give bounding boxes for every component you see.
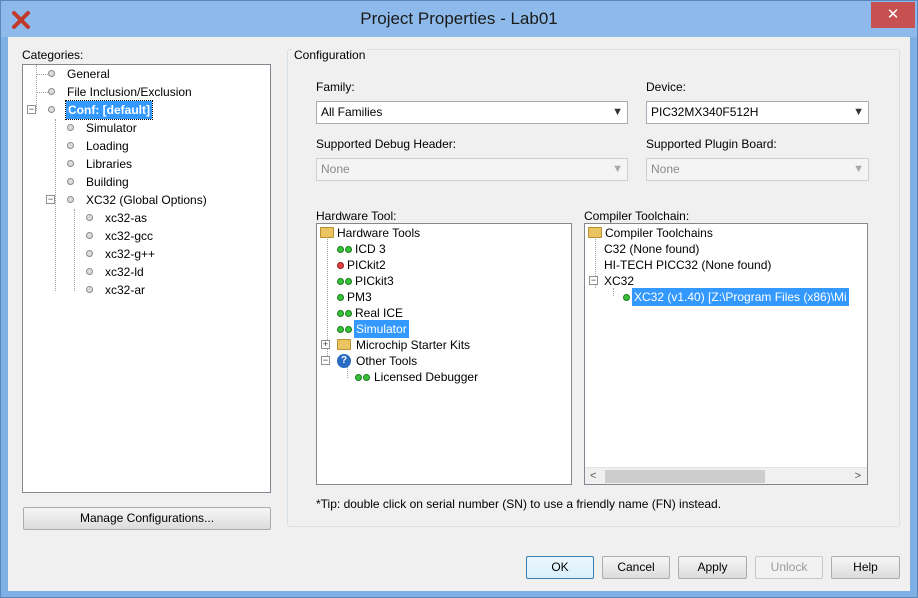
device-value: PIC32MX340F512H (651, 105, 759, 119)
node-icon (67, 160, 74, 167)
compiler-toolchain-tree[interactable]: Compiler Toolchains C32 (None found) HI-… (584, 223, 868, 485)
collapse-minus-icon[interactable]: − (27, 105, 36, 114)
chevron-down-icon: ▼ (612, 163, 623, 175)
debug-header-value: None (321, 162, 350, 176)
unlock-button[interactable]: Unlock (755, 556, 823, 579)
category-label: xc32-ar (105, 283, 146, 297)
dialog-body: Categories: General File Inclusion/Exclu… (8, 37, 910, 591)
tree-line (36, 65, 37, 111)
device-label: Device: (646, 80, 687, 94)
question-icon: ? (337, 354, 351, 368)
green-status-icon (345, 246, 352, 253)
green-status-icon (623, 294, 630, 301)
collapse-minus-icon[interactable]: − (321, 356, 330, 365)
horizontal-scrollbar[interactable]: < > (585, 467, 867, 484)
tree-label: XC32 (v1.40) [Z:\Program Files (x86)\Mi (632, 288, 849, 306)
manage-configurations-button[interactable]: Manage Configurations... (23, 507, 271, 530)
folder-icon (588, 227, 602, 238)
category-label: xc32-g++ (105, 247, 156, 261)
tree-line (55, 119, 56, 291)
tree-label: XC32 (604, 274, 635, 288)
category-label: File Inclusion/Exclusion (67, 85, 192, 99)
categories-tree[interactable]: General File Inclusion/Exclusion − Conf:… (22, 64, 271, 493)
category-label: Loading (86, 139, 129, 153)
debug-header-label: Supported Debug Header: (316, 137, 457, 151)
node-icon (67, 178, 74, 185)
node-icon (86, 286, 93, 293)
expand-plus-icon[interactable]: + (321, 340, 330, 349)
collapse-minus-icon[interactable]: − (46, 195, 55, 204)
plugin-board-value: None (651, 162, 680, 176)
scrollbar-thumb[interactable] (605, 470, 765, 483)
tree-label: Licensed Debugger (374, 370, 479, 384)
cancel-button[interactable]: Cancel (602, 556, 670, 579)
red-status-icon (337, 262, 344, 269)
window-title: Project Properties - Lab01 (360, 9, 558, 28)
hardware-tool-tree[interactable]: Hardware Tools ICD 3 PICkit2 PICkit3 PM3 (316, 223, 572, 485)
configuration-group-label: Configuration (292, 48, 368, 62)
chevron-down-icon: ▼ (853, 106, 864, 118)
title-bar[interactable]: Project Properties - Lab01 ✕ (1, 1, 917, 37)
node-icon (86, 250, 93, 257)
category-label: xc32-ld (105, 265, 144, 279)
collapse-minus-icon[interactable]: − (589, 276, 598, 285)
node-icon (86, 268, 93, 275)
chevron-down-icon: ▼ (612, 106, 623, 118)
debug-header-select[interactable]: None ▼ (316, 158, 628, 181)
category-label: Conf: [default] (65, 100, 153, 120)
family-select[interactable]: All Families ▼ (316, 101, 628, 124)
close-button[interactable]: ✕ (871, 2, 915, 28)
category-label: Libraries (86, 157, 133, 171)
help-button[interactable]: Help (831, 556, 900, 579)
tree-line (74, 209, 75, 291)
apply-button[interactable]: Apply (678, 556, 747, 579)
category-label: General (67, 67, 110, 81)
green-status-icon (337, 326, 344, 333)
green-status-icon (345, 278, 352, 285)
ok-button[interactable]: OK (526, 556, 594, 579)
device-select[interactable]: PIC32MX340F512H ▼ (646, 101, 869, 124)
node-icon (86, 232, 93, 239)
green-status-icon (337, 278, 344, 285)
category-label: Simulator (86, 121, 137, 135)
node-icon (67, 124, 74, 131)
compiler-toolchain-label: Compiler Toolchain: (584, 209, 690, 223)
node-icon (48, 88, 55, 95)
green-status-icon (337, 246, 344, 253)
chevron-left-icon[interactable]: < (590, 468, 596, 484)
plugin-board-label: Supported Plugin Board: (646, 137, 777, 151)
node-icon (48, 106, 55, 113)
node-icon (86, 214, 93, 221)
family-value: All Families (321, 105, 383, 119)
green-status-icon (345, 326, 352, 333)
node-icon (48, 70, 55, 77)
green-status-icon (337, 294, 344, 301)
category-label: xc32-as (105, 211, 148, 225)
node-icon (67, 142, 74, 149)
categories-label: Categories: (22, 48, 84, 62)
category-label: XC32 (Global Options) (86, 193, 207, 207)
category-label: Building (86, 175, 129, 189)
tip-text: *Tip: double click on serial number (SN)… (316, 497, 722, 511)
folder-icon (320, 227, 334, 238)
family-label: Family: (316, 80, 355, 94)
folder-icon (337, 339, 351, 350)
chevron-right-icon[interactable]: > (855, 468, 861, 484)
project-properties-window: Project Properties - Lab01 ✕ Categories:… (0, 0, 918, 598)
category-label: xc32-gcc (105, 229, 154, 243)
hardware-tool-label: Hardware Tool: (316, 209, 397, 223)
green-status-icon (363, 374, 370, 381)
green-status-icon (337, 310, 344, 317)
chevron-down-icon: ▼ (853, 163, 864, 175)
green-status-icon (345, 310, 352, 317)
plugin-board-select[interactable]: None ▼ (646, 158, 869, 181)
green-status-icon (355, 374, 362, 381)
node-icon (67, 196, 74, 203)
